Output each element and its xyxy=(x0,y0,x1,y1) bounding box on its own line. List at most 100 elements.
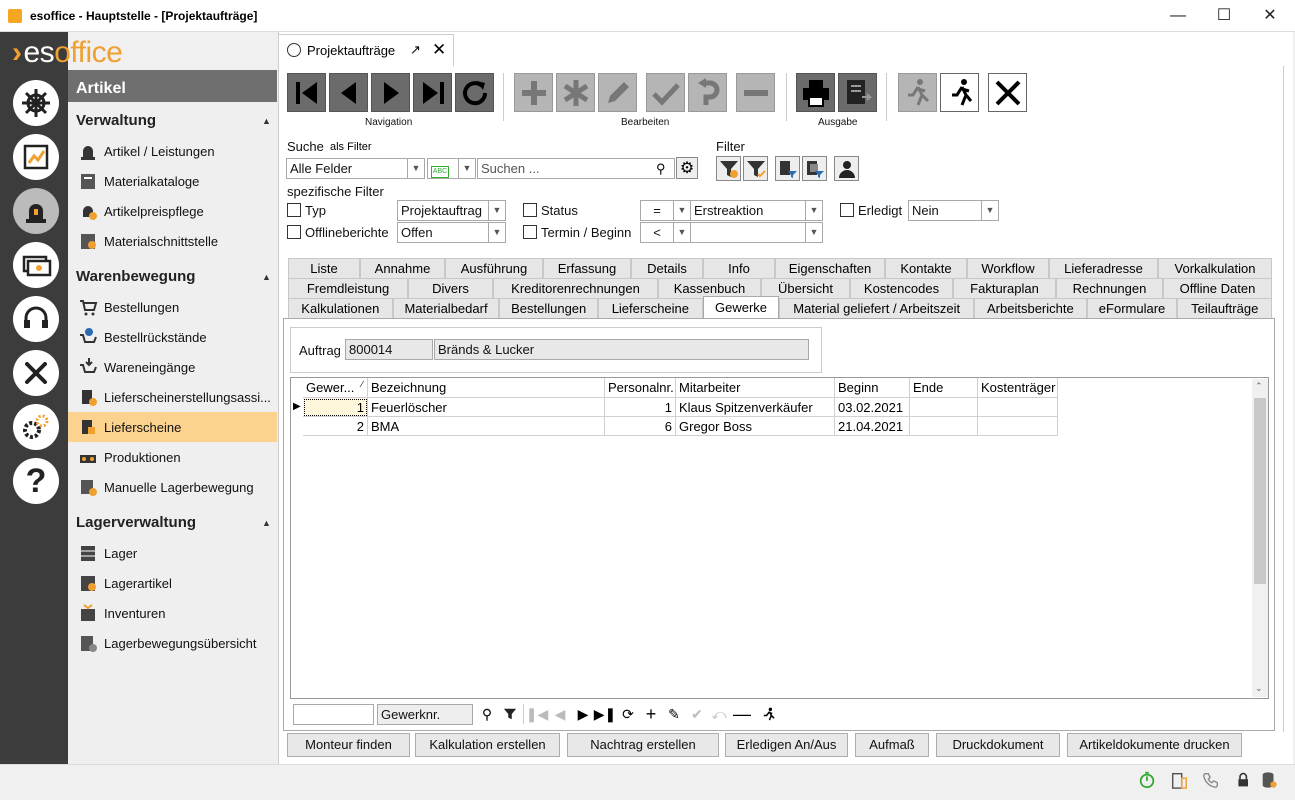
delete-button[interactable] xyxy=(736,73,775,112)
tab-lieferscheine[interactable]: Lieferscheine xyxy=(598,298,703,318)
menu-item-lieferscheinerstellungsassistent[interactable]: Lieferscheinerstellungsassi... xyxy=(68,382,277,412)
scroll-down-icon[interactable]: ⌄ xyxy=(1255,683,1263,694)
termin-operator-select[interactable]: < xyxy=(640,222,674,243)
cell-mitarbeiter[interactable]: Klaus Spitzenverkäufer xyxy=(676,398,835,417)
menu-item-produktionen[interactable]: Produktionen xyxy=(68,442,277,472)
menu-item-artikel-leistungen[interactable]: Artikel / Leistungen xyxy=(68,136,277,166)
tab-gewerke[interactable]: Gewerke xyxy=(702,296,780,318)
chevron-down-icon[interactable]: ▼ xyxy=(673,200,691,221)
lock-icon[interactable] xyxy=(1236,771,1256,791)
add-button[interactable] xyxy=(514,73,553,112)
filter-tree-button[interactable] xyxy=(775,156,800,181)
cell-bezeichnung[interactable]: BMA xyxy=(368,417,605,436)
cell-kostentraeger[interactable] xyxy=(978,398,1058,417)
chevron-down-icon[interactable]: ▼ xyxy=(488,200,506,221)
search-settings-button[interactable]: ⚙ xyxy=(676,157,698,179)
offlineberichte-checkbox[interactable] xyxy=(287,225,301,239)
tab-bestellungen[interactable]: Bestellungen xyxy=(499,298,599,318)
database-icon[interactable] xyxy=(1260,771,1280,791)
tab-details[interactable]: Details xyxy=(631,258,703,278)
nachtrag-erstellen-button[interactable]: Nachtrag erstellen xyxy=(567,733,719,757)
edit-button[interactable] xyxy=(598,73,637,112)
tab-liste[interactable]: Liste xyxy=(288,258,360,278)
erledigt-checkbox[interactable] xyxy=(840,203,854,217)
druckdokument-button[interactable]: Druckdokument xyxy=(936,733,1060,757)
first-record-button[interactable] xyxy=(287,73,326,112)
chevron-down-icon[interactable]: ▼ xyxy=(458,158,476,179)
tab-uebersicht[interactable]: Übersicht xyxy=(761,278,850,298)
tab-kostencodes[interactable]: Kostencodes xyxy=(850,278,953,298)
scroll-up-icon[interactable]: ⌃ xyxy=(1255,381,1263,392)
tab-arbeitsberichte[interactable]: Arbeitsberichte xyxy=(974,298,1087,318)
scrollbar-thumb[interactable] xyxy=(1254,398,1266,584)
filter-apply-button[interactable] xyxy=(716,156,741,181)
cell-beginn[interactable]: 21.04.2021 xyxy=(835,417,910,436)
help-icon[interactable]: ? xyxy=(13,458,59,504)
cell-beginn[interactable]: 03.02.2021 xyxy=(835,398,910,417)
artikeldokumente-drucken-button[interactable]: Artikeldokumente drucken xyxy=(1067,733,1242,757)
tab-kontakte[interactable]: Kontakte xyxy=(885,258,967,278)
chevron-down-icon[interactable]: ▼ xyxy=(673,222,691,243)
tab-rechnungen[interactable]: Rechnungen xyxy=(1056,278,1163,298)
cell-gewerknr[interactable]: 1 xyxy=(303,398,368,417)
save-row-icon[interactable]: ✔ xyxy=(688,705,706,723)
tab-kreditorenrechnungen[interactable]: Kreditorenrechnungen xyxy=(493,278,658,298)
cell-mitarbeiter[interactable]: Gregor Boss xyxy=(676,417,835,436)
next-record-button[interactable] xyxy=(371,73,410,112)
column-header-kostentraeger[interactable]: Kostenträger xyxy=(978,378,1058,398)
close-tab-icon[interactable]: ✕ xyxy=(432,40,446,60)
tab-erfassung[interactable]: Erfassung xyxy=(543,258,631,278)
new-asterisk-button[interactable] xyxy=(556,73,595,112)
tab-workflow[interactable]: Workflow xyxy=(967,258,1049,278)
typ-select[interactable]: Projektauftrag xyxy=(397,200,489,221)
tab-fakturaplan[interactable]: Fakturaplan xyxy=(953,278,1056,298)
tab-eformulare[interactable]: eFormulare xyxy=(1086,298,1178,318)
runner-button[interactable] xyxy=(940,73,979,112)
status-operator-select[interactable]: = xyxy=(640,200,674,221)
phone-icon[interactable] xyxy=(1202,771,1222,791)
menu-item-artikelpreispflege[interactable]: Artikelpreispflege xyxy=(68,196,277,226)
group-warenbewegung[interactable]: Warenbewegung xyxy=(76,268,195,285)
tab-lieferadresse[interactable]: Lieferadresse xyxy=(1049,258,1158,278)
status-value-select[interactable]: Erstreaktion xyxy=(690,200,806,221)
collapse-caret-icon[interactable]: ▲ xyxy=(262,116,271,126)
edit-row-icon[interactable]: ✎ xyxy=(665,705,683,723)
menu-item-materialkataloge[interactable]: Materialkataloge xyxy=(68,166,277,196)
close-window-button[interactable]: ✕ xyxy=(1247,0,1293,32)
erledigt-select[interactable]: Nein xyxy=(908,200,982,221)
tab-annahme[interactable]: Annahme xyxy=(360,258,445,278)
tab-offline-daten[interactable]: Offline Daten xyxy=(1163,278,1272,298)
tab-kassenbuch[interactable]: Kassenbuch xyxy=(658,278,761,298)
cell-kostentraeger[interactable] xyxy=(978,417,1058,436)
termin-checkbox[interactable] xyxy=(523,225,537,239)
typ-checkbox[interactable] xyxy=(287,203,301,217)
search-icon[interactable]: ⚲ xyxy=(478,705,496,723)
headset-icon[interactable] xyxy=(13,296,59,342)
group-verwaltung[interactable]: Verwaltung xyxy=(76,112,156,129)
aufmass-button[interactable]: Aufmaß xyxy=(855,733,929,757)
refresh-icon[interactable]: ⟳ xyxy=(619,705,637,723)
menu-item-materialschnittstelle[interactable]: Materialschnittstelle xyxy=(68,226,277,256)
cell-personalnr[interactable]: 1 xyxy=(605,398,676,417)
menu-item-lagerbewegungsuebersicht[interactable]: Lagerbewegungsübersicht xyxy=(68,628,277,658)
last-record-button[interactable] xyxy=(413,73,452,112)
menu-item-inventuren[interactable]: Inventuren xyxy=(68,598,277,628)
save-button[interactable] xyxy=(646,73,685,112)
menu-item-bestellrueckstaende[interactable]: Bestellrückstände xyxy=(68,322,277,352)
tab-eigenschaften[interactable]: Eigenschaften xyxy=(775,258,885,278)
menu-item-lager[interactable]: Lager xyxy=(68,538,277,568)
money-stack-icon[interactable] xyxy=(13,242,59,288)
termin-value-select[interactable] xyxy=(690,222,806,243)
menu-item-wareneingaenge[interactable]: Wareneingänge xyxy=(68,352,277,382)
column-header-gewerk[interactable]: Gewer... ∕ xyxy=(303,378,368,398)
minimize-button[interactable]: — xyxy=(1155,0,1201,32)
next-row-icon[interactable]: ▶ xyxy=(574,705,592,723)
tab-fremdleistung[interactable]: Fremdleistung xyxy=(288,278,408,298)
tab-materialbedarf[interactable]: Materialbedarf xyxy=(392,298,500,318)
filter-check-button[interactable] xyxy=(743,156,768,181)
cell-personalnr[interactable]: 6 xyxy=(605,417,676,436)
user-filter-button[interactable] xyxy=(834,156,859,181)
menu-item-lagerartikel[interactable]: Lagerartikel xyxy=(68,568,277,598)
previous-record-button[interactable] xyxy=(329,73,368,112)
undo-button[interactable] xyxy=(688,73,727,112)
